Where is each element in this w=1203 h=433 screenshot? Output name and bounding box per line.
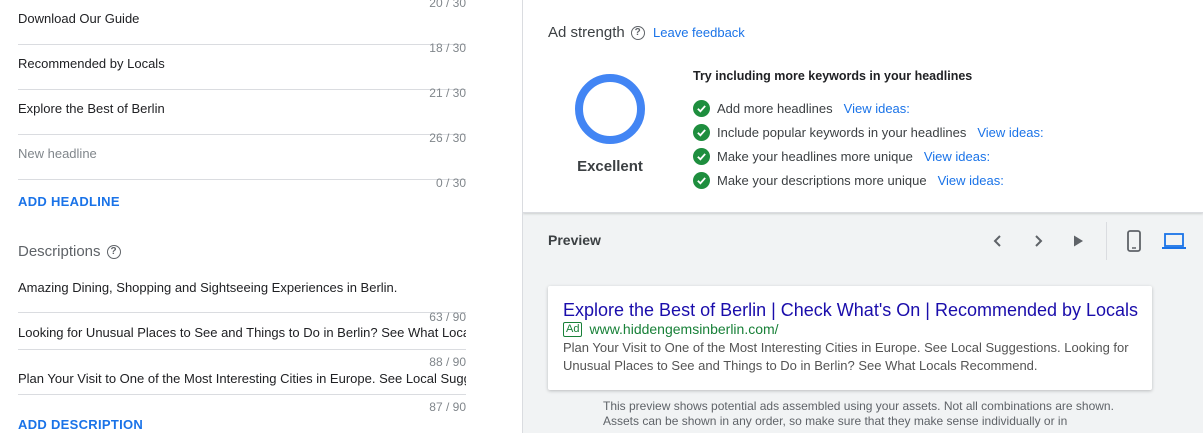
tip-item: Add more headlines View ideas: [693,98,910,118]
ad-description: Plan Your Visit to One of the Most Inter… [563,340,1129,373]
preview-title: Preview [548,232,601,248]
char-counter: 0 / 30 [435,176,466,190]
desktop-icon[interactable] [1161,228,1187,254]
view-ideas-link[interactable]: View ideas: [844,101,910,116]
tip-text: Make your descriptions more unique [717,172,927,188]
ad-headline[interactable]: Explore the Best of Berlin | Check What'… [563,300,1138,321]
description-value: Amazing Dining, Shopping and Sightseeing… [18,280,398,295]
assets-panel: 20 / 30 Download Our Guide 18 / 30 Recom… [0,0,522,433]
headline-value: Recommended by Locals [18,56,165,71]
description-field-3[interactable]: Plan Your Visit to One of the Most Inter… [18,350,466,395]
preview-panel: Ad strength ? Leave feedback Excellent T… [522,0,1203,433]
headline-value: Download Our Guide [18,11,140,26]
descriptions-heading: Descriptions ? [18,243,121,260]
preview-note: This preview shows potential ads assembl… [603,399,1114,428]
ad-strength-card: Ad strength ? Leave feedback Excellent T… [523,0,1203,213]
tip-item: Make your descriptions more unique View … [693,170,1004,190]
ad-strength-title: Ad strength [548,24,625,41]
ad-url: www.hiddengemsinberlin.com/ [589,321,779,337]
headline-field-3[interactable]: Explore the Best of Berlin [18,90,466,135]
headline-field-1[interactable]: Download Our Guide [18,0,466,45]
tips-title: Try including more keywords in your head… [693,69,973,83]
ad-preview-card: Explore the Best of Berlin | Check What'… [548,286,1152,390]
tip-text: Make your headlines more unique [717,148,913,164]
check-circle-icon [693,147,710,165]
headline-value: Explore the Best of Berlin [18,101,165,116]
headline-placeholder: New headline [18,146,97,161]
check-circle-icon [693,99,710,117]
descriptions-title: Descriptions [18,243,101,260]
char-counter: 87 / 90 [429,400,466,414]
tip-item: Make your headlines more unique View ide… [693,146,990,166]
headline-field-new[interactable]: New headline [18,135,466,180]
strength-rating: Excellent [577,158,643,175]
tip-text: Add more headlines [717,100,833,116]
view-ideas-link[interactable]: View ideas: [924,149,990,164]
check-circle-icon [693,171,710,189]
tip-text: Include popular keywords in your headlin… [717,124,967,140]
headline-field-2[interactable]: Recommended by Locals [18,45,466,90]
tip-item: Include popular keywords in your headlin… [693,122,1044,142]
view-ideas-link[interactable]: View ideas: [938,173,1004,188]
description-field-2[interactable]: Looking for Unusual Places to See and Th… [18,305,466,350]
help-icon[interactable]: ? [630,25,645,40]
leave-feedback-link[interactable]: Leave feedback [653,25,745,40]
toolbar-divider [1106,222,1107,260]
add-headline-button[interactable]: ADD HEADLINE [18,194,120,209]
help-icon[interactable]: ? [106,244,121,259]
ad-badge: Ad [563,321,583,337]
view-ideas-link[interactable]: View ideas: [977,125,1043,140]
strength-ring-icon [575,74,645,144]
chevron-right-icon[interactable] [1025,228,1051,254]
description-value: Plan Your Visit to One of the Most Inter… [18,371,466,386]
description-value: Looking for Unusual Places to See and Th… [18,325,466,340]
ad-url-row: Ad www.hiddengemsinberlin.com/ [563,321,779,337]
mobile-icon[interactable] [1121,228,1147,254]
add-description-button[interactable]: ADD DESCRIPTION [18,417,143,432]
check-circle-icon [693,123,710,141]
play-icon[interactable] [1065,228,1091,254]
chevron-left-icon[interactable] [985,228,1011,254]
ad-strength-heading: Ad strength ? [548,24,645,41]
